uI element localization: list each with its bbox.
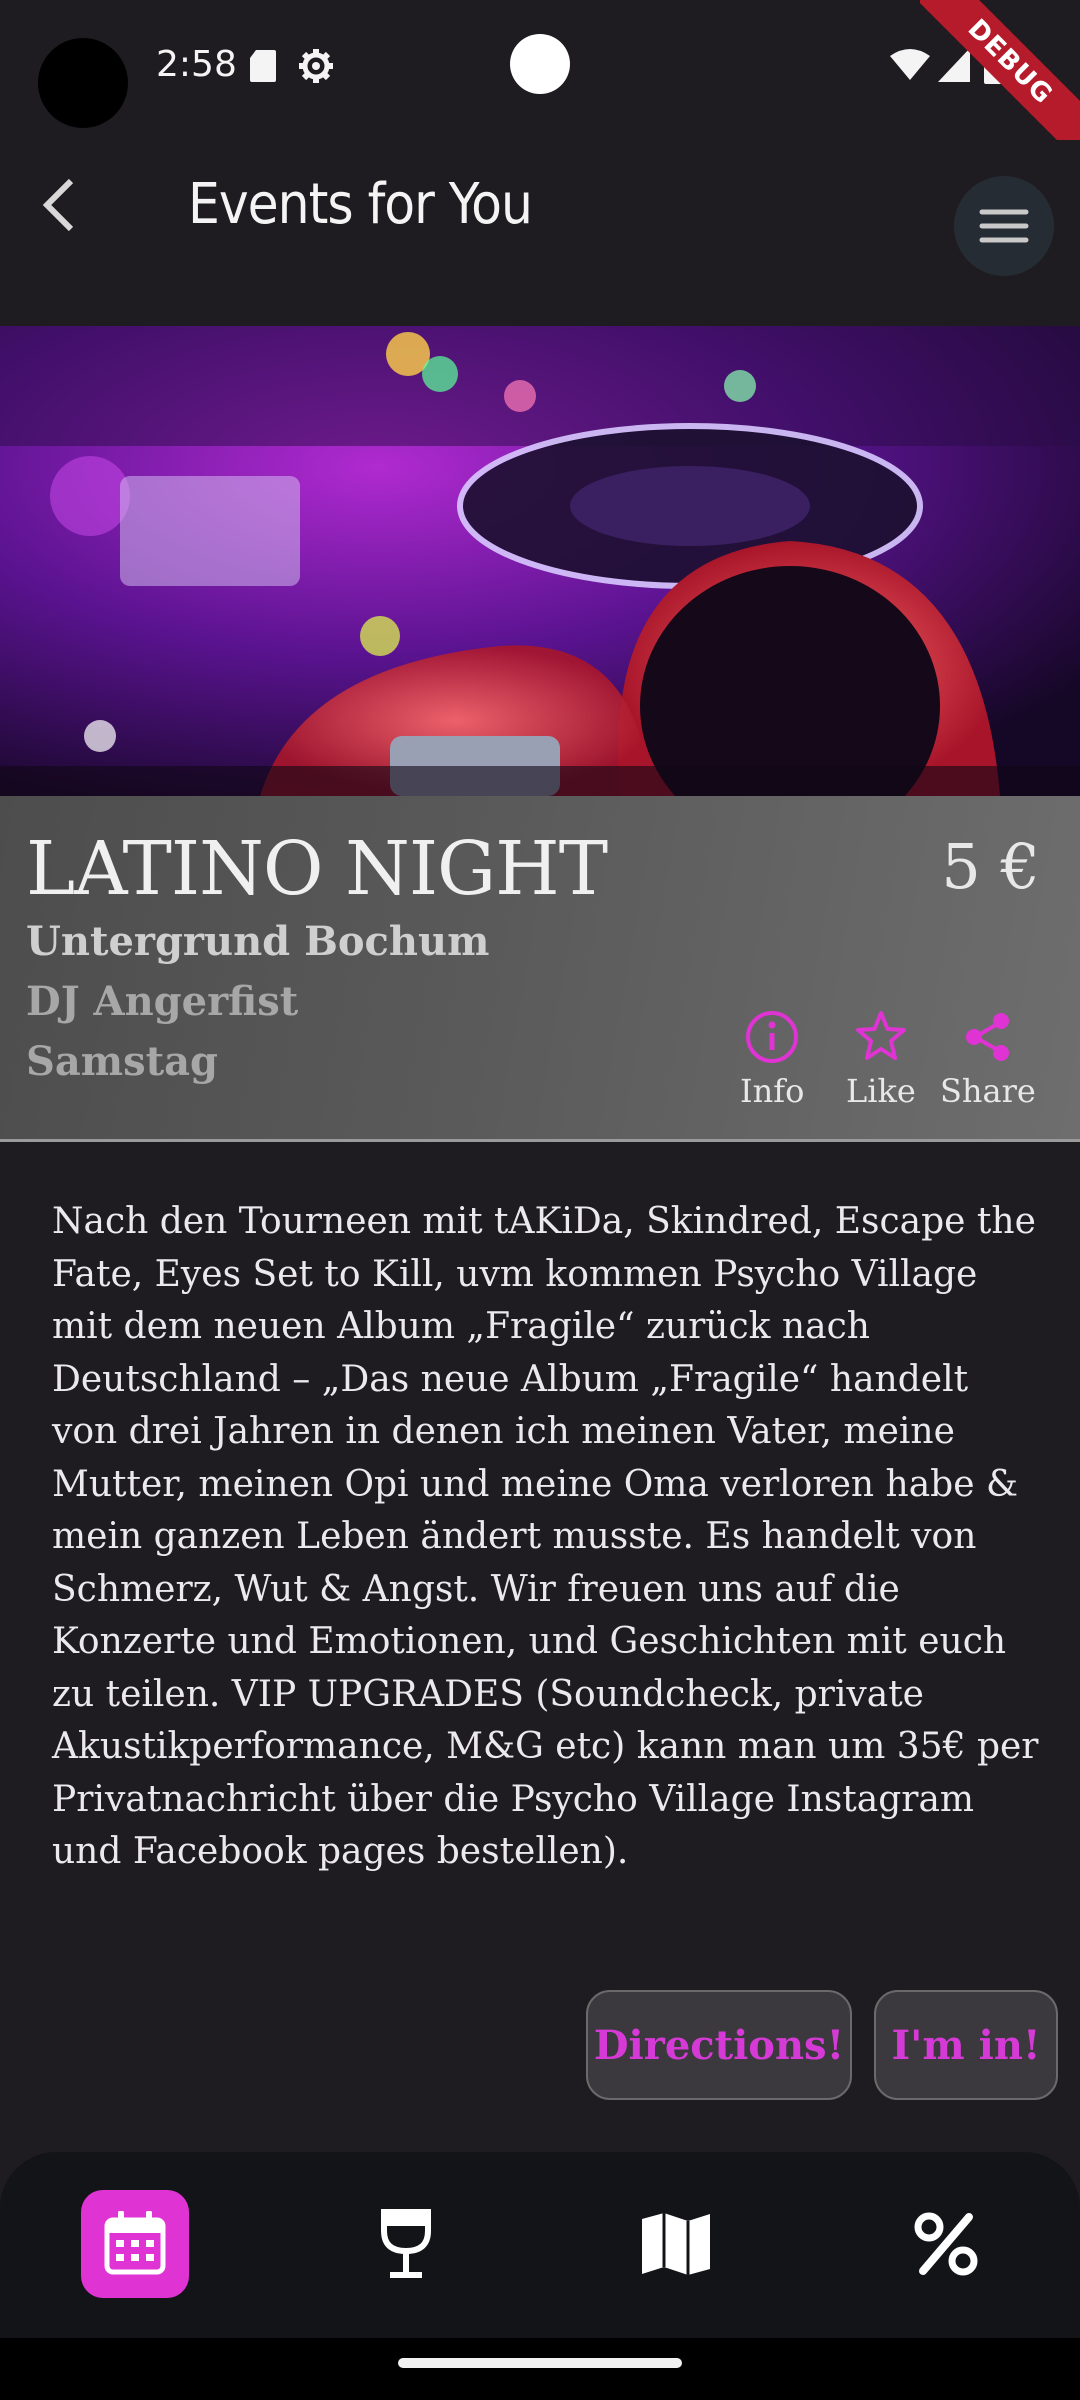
like-button[interactable]: Like [846, 1008, 916, 1110]
calendar-icon [104, 2211, 166, 2275]
page-title: Events for You [188, 172, 533, 237]
settings-gear-icon [299, 49, 333, 83]
event-venue: Untergrund Bochum [26, 918, 490, 965]
share-label: Share [940, 1072, 1036, 1110]
debug-banner: DEBUG [920, 0, 1080, 160]
dj-headphones-image [0, 326, 1080, 796]
system-gesture-area [0, 2338, 1080, 2400]
like-label: Like [846, 1072, 916, 1110]
back-button[interactable] [26, 172, 92, 238]
info-button[interactable]: Info [740, 1008, 804, 1110]
star-icon [855, 1011, 906, 1060]
map-icon [642, 2213, 710, 2275]
directions-button[interactable]: Directions! [586, 1990, 852, 2100]
hamburger-menu-icon [979, 209, 1029, 243]
camera-cutout [510, 34, 570, 94]
im-in-button[interactable]: I'm in! [874, 1990, 1058, 2100]
info-icon [746, 1011, 799, 1063]
event-info-panel: LATINO NIGHT 5 € Untergrund Bochum DJ An… [0, 796, 1080, 1142]
bottom-navigation [0, 2152, 1080, 2338]
nav-map-tab[interactable] [622, 2190, 730, 2298]
chevron-left-icon [42, 178, 74, 232]
event-description: Nach den Tourneen mit tAKiDa, Skindred, … [52, 1201, 1039, 1872]
event-price: 5 € [941, 830, 1040, 903]
nav-drinks-tab[interactable] [352, 2190, 460, 2298]
nav-events-tab[interactable] [81, 2190, 189, 2298]
event-day: Samstag [26, 1038, 219, 1085]
event-artist: DJ Angerfist [26, 978, 299, 1025]
wine-glass-icon [381, 2209, 431, 2278]
info-label: Info [740, 1072, 805, 1110]
event-hero-image [0, 326, 1080, 796]
app-avatar-icon [38, 38, 128, 128]
percent-icon [914, 2212, 978, 2276]
share-button[interactable]: Share [940, 1008, 1036, 1110]
nav-deals-tab[interactable] [892, 2190, 1000, 2298]
status-bar: 2:58 DEBUG [0, 0, 1080, 160]
sd-card-icon [250, 50, 276, 82]
status-time: 2:58 [156, 44, 237, 85]
share-icon [965, 1013, 1009, 1061]
event-title: LATINO NIGHT [26, 826, 608, 912]
menu-button[interactable] [954, 176, 1054, 276]
home-gesture-handle[interactable] [398, 2358, 682, 2368]
app-bar: Events for You [0, 140, 1080, 326]
